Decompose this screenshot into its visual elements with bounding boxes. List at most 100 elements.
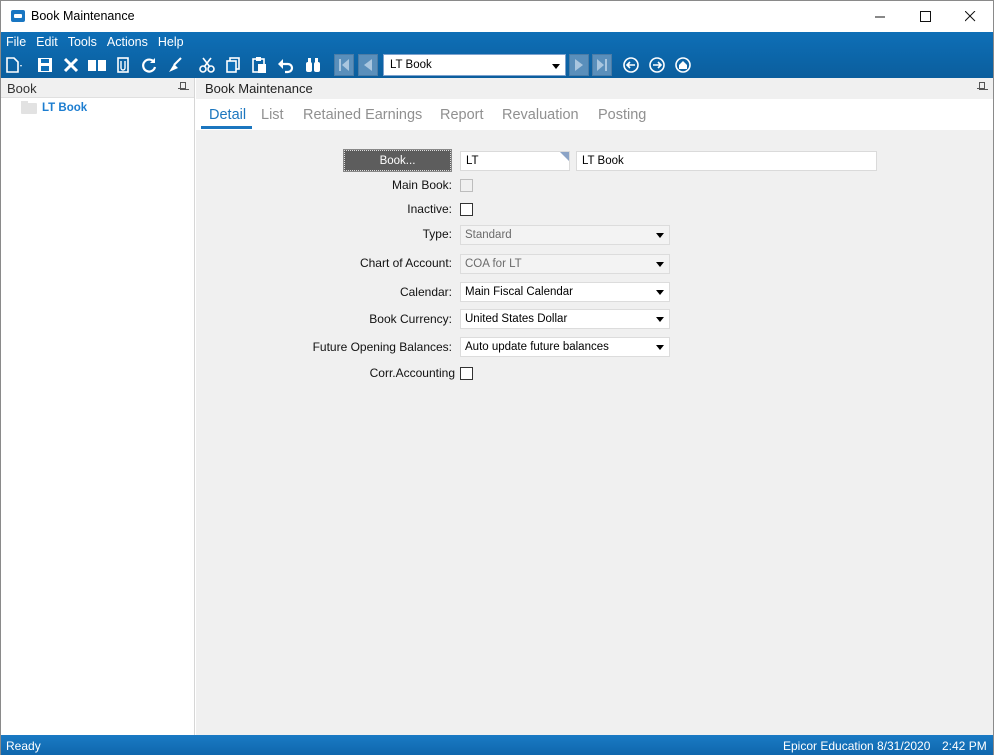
copy-icon (226, 57, 240, 73)
clear-button[interactable] (165, 55, 185, 75)
title-bar: Book Maintenance (1, 1, 993, 32)
save-icon (38, 58, 52, 72)
book-id-field[interactable]: LT (460, 151, 570, 171)
chevron-down-icon (552, 64, 560, 69)
clear-icon (169, 57, 182, 72)
book-currency-select[interactable]: United States Dollar (460, 309, 670, 329)
type-value: Standard (465, 229, 512, 241)
prev-record-button[interactable] (358, 54, 378, 76)
home-icon (675, 57, 691, 73)
chevron-down-icon (656, 345, 664, 350)
key-field-indicator (560, 152, 569, 161)
undo-button[interactable] (275, 55, 295, 75)
forward-icon (649, 57, 665, 73)
chart-of-account-select[interactable]: COA for LT (460, 254, 670, 274)
first-icon (339, 59, 349, 71)
attachment-button[interactable] (113, 55, 133, 75)
attachment-icon (117, 57, 129, 73)
book-button[interactable] (87, 55, 107, 75)
paste-button[interactable] (249, 55, 269, 75)
maximize-icon (919, 11, 931, 22)
refresh-icon (142, 58, 157, 73)
cut-icon (199, 57, 215, 73)
status-bar: Ready Epicor Education 8/31/2020 2:42 PM (1, 735, 993, 755)
tree-item[interactable]: LT Book (21, 100, 87, 114)
back-button[interactable] (621, 55, 641, 75)
calendar-label: Calendar: (399, 285, 452, 299)
status-date: 8/31/2020 (877, 739, 931, 753)
tab-revaluation[interactable]: Revaluation (502, 107, 579, 123)
type-label: Type: (422, 227, 452, 241)
close-icon (964, 11, 975, 22)
type-select[interactable]: Standard (460, 225, 670, 245)
tab-report[interactable]: Report (440, 107, 484, 123)
tree-pane: Book LT Book (1, 78, 195, 735)
home-button[interactable] (673, 55, 693, 75)
detail-pane-header: Book Maintenance (196, 78, 993, 98)
menu-help[interactable]: Help (153, 32, 189, 52)
pin-icon[interactable] (977, 82, 985, 92)
status-time: 2:42 PM (942, 739, 987, 753)
menu-file[interactable]: File (1, 32, 31, 52)
first-record-button[interactable] (334, 54, 354, 76)
forward-button[interactable] (647, 55, 667, 75)
pin-icon[interactable] (178, 82, 186, 92)
book-lookup-button[interactable]: Book... (343, 149, 452, 172)
status-text: Ready (6, 739, 41, 753)
save-button[interactable] (35, 55, 55, 75)
menu-actions[interactable]: Actions (102, 32, 153, 52)
minimize-icon (874, 16, 885, 18)
next-record-button[interactable] (569, 54, 589, 76)
chart-of-account-label: Chart of Account: (359, 256, 452, 270)
detail-pane-title: Book Maintenance (205, 81, 313, 96)
search-button[interactable] (303, 55, 323, 75)
calendar-value: Main Fiscal Calendar (465, 286, 574, 298)
menu-tools[interactable]: Tools (63, 32, 102, 52)
minimize-button[interactable] (857, 1, 903, 32)
inactive-checkbox[interactable] (460, 203, 473, 216)
maximize-button[interactable] (902, 1, 948, 32)
detail-pane: Book Maintenance Detail List Retained Ea… (196, 78, 993, 735)
new-button[interactable] (4, 55, 24, 75)
record-navigator[interactable]: LT Book (383, 54, 566, 76)
toolbar: LT Book (1, 53, 993, 77)
back-icon (623, 57, 639, 73)
next-icon (575, 59, 583, 71)
detail-form: Book... LT LT Book Main Book: Inactive: … (196, 130, 993, 735)
tab-strip: Detail List Retained Earnings Report Rev… (196, 99, 993, 130)
book-currency-value: United States Dollar (465, 313, 568, 325)
chevron-down-icon (656, 262, 664, 267)
close-button[interactable] (947, 1, 993, 32)
menu-edit[interactable]: Edit (31, 32, 63, 52)
cut-button[interactable] (197, 55, 217, 75)
book-icon (88, 60, 106, 71)
book-id-value: LT (466, 155, 479, 167)
future-opening-balances-label: Future Opening Balances: (312, 340, 452, 354)
active-tab-indicator (201, 126, 252, 129)
tree-pane-header: Book (1, 78, 194, 98)
calendar-select[interactable]: Main Fiscal Calendar (460, 282, 670, 302)
folder-icon (21, 100, 37, 114)
copy-button[interactable] (223, 55, 243, 75)
chart-of-account-value: COA for LT (465, 258, 522, 270)
book-description-field[interactable]: LT Book (576, 151, 877, 171)
status-company: Epicor Education (783, 739, 874, 753)
app-window: Book Maintenance File Edit Tools Actions… (0, 0, 994, 755)
chevron-down-icon (656, 290, 664, 295)
future-opening-balances-value: Auto update future balances (465, 341, 609, 353)
ribbon-band: File Edit Tools Actions Help LT Book (1, 32, 993, 78)
tab-retained-earnings[interactable]: Retained Earnings (303, 107, 422, 123)
last-record-button[interactable] (592, 54, 612, 76)
future-opening-balances-select[interactable]: Auto update future balances (460, 337, 670, 357)
corr-accounting-checkbox[interactable] (460, 367, 473, 380)
tab-detail[interactable]: Detail (209, 107, 246, 123)
tab-list[interactable]: List (261, 107, 284, 123)
main-book-checkbox[interactable] (460, 179, 473, 192)
refresh-button[interactable] (139, 55, 159, 75)
delete-button[interactable] (61, 55, 81, 75)
tab-posting[interactable]: Posting (598, 107, 646, 123)
inactive-label: Inactive: (407, 202, 452, 216)
corr-accounting-label: Corr.Accounting (369, 366, 455, 380)
undo-icon (278, 59, 294, 74)
app-icon (11, 10, 25, 22)
